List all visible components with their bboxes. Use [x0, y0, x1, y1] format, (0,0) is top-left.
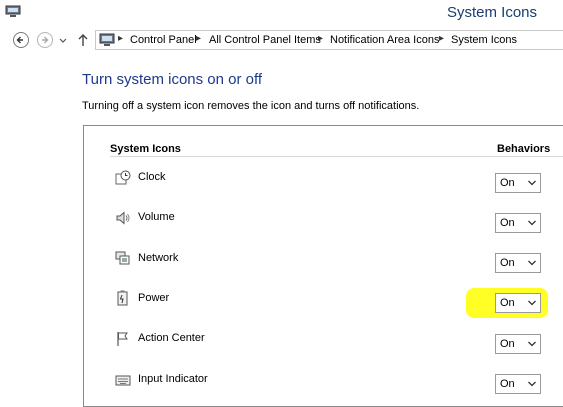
page-title: Turn system icons on or off [82, 71, 263, 88]
system-icons-panel [83, 125, 563, 407]
power-icon [117, 290, 128, 306]
flag-icon [117, 332, 128, 346]
chevron-down-icon [528, 260, 536, 266]
chevron-down-icon [528, 180, 536, 186]
breadcrumb-separator-icon[interactable]: ▸ [439, 33, 444, 44]
breadcrumb-separator-icon[interactable]: ▸ [318, 33, 323, 44]
row-label-power: Power [138, 292, 170, 304]
select-value: On [500, 177, 515, 189]
select-value: On [500, 257, 515, 269]
chevron-down-icon [528, 220, 536, 226]
title-bar: System Icons [0, 0, 563, 28]
breadcrumb-separator-icon[interactable]: ▸ [196, 33, 201, 44]
row-label-network: Network [138, 252, 179, 264]
row-label-input-indicator: Input Indicator [138, 373, 208, 385]
chevron-down-icon [528, 381, 536, 387]
breadcrumb-all-items[interactable]: All Control Panel Items [209, 34, 321, 46]
column-header-system-icons: System Icons [110, 143, 181, 155]
select-value: On [500, 338, 515, 350]
page-description: Turning off a system icon removes the ic… [82, 100, 420, 112]
breadcrumb-system-icons[interactable]: System Icons [451, 34, 517, 46]
chevron-down-icon [528, 300, 536, 306]
recent-locations-chevron-icon[interactable] [58, 31, 68, 49]
behavior-select-input-indicator[interactable]: On [495, 374, 541, 394]
behavior-select-action-center[interactable]: On [495, 334, 541, 354]
address-bar[interactable]: ▸ Control Panel ▸ All Control Panel Item… [95, 30, 563, 50]
clock-icon [115, 170, 131, 185]
window-title: System Icons [446, 4, 537, 21]
row-label-volume: Volume [138, 211, 175, 223]
select-value: On [500, 217, 515, 229]
keyboard-icon [115, 375, 131, 386]
up-arrow-button[interactable] [76, 31, 90, 49]
behavior-select-volume[interactable]: On [495, 213, 541, 233]
behavior-select-power[interactable]: On [495, 293, 541, 313]
network-icon [115, 251, 130, 265]
header-divider [110, 156, 563, 157]
behavior-select-network[interactable]: On [495, 253, 541, 273]
select-value: On [500, 378, 515, 390]
back-button[interactable] [12, 31, 30, 49]
column-header-behaviors: Behaviors [497, 143, 551, 155]
speaker-icon [116, 211, 130, 225]
row-label-action-center: Action Center [138, 332, 205, 344]
breadcrumb-control-panel[interactable]: Control Panel [130, 34, 197, 46]
control-panel-location-icon [99, 33, 115, 46]
row-label-clock: Clock [138, 171, 166, 183]
chevron-down-icon [528, 341, 536, 347]
select-value: On [500, 297, 515, 309]
breadcrumb-notification-area-icons[interactable]: Notification Area Icons [330, 34, 439, 46]
breadcrumb-separator-icon[interactable]: ▸ [118, 33, 123, 44]
navigation-bar: ▸ Control Panel ▸ All Control Panel Item… [0, 28, 563, 52]
control-panel-icon [5, 5, 21, 17]
behavior-select-clock[interactable]: On [495, 173, 541, 193]
forward-button[interactable] [36, 31, 54, 49]
